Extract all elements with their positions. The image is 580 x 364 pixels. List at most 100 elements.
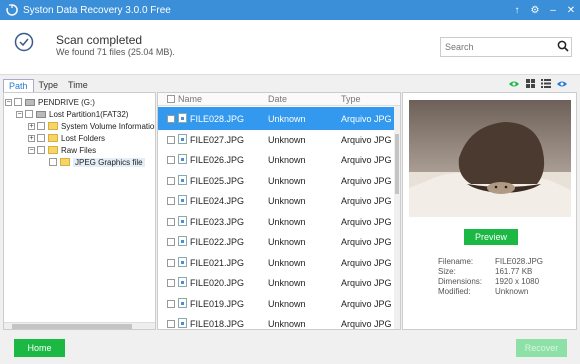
file-date: Unknown [268, 319, 306, 329]
file-type: Arquivo JPG [341, 114, 392, 124]
tree-expander[interactable]: − [16, 110, 23, 118]
tab-path[interactable]: Path [3, 79, 34, 92]
size-label: Size: [438, 267, 456, 276]
file-name: FILE026.JPG [190, 155, 245, 165]
tree-node-jpeg-graphics[interactable]: JPEG Graphics file [49, 156, 145, 168]
file-name: FILE018.JPG [190, 319, 245, 329]
file-name: FILE022.JPG [190, 237, 245, 247]
tree-checkbox[interactable] [37, 146, 45, 154]
tree-node-pendrive[interactable]: − PENDRIVE (G:) [5, 96, 95, 108]
tree-expander[interactable]: − [5, 98, 12, 106]
close-button[interactable]: ✕ [562, 0, 580, 20]
tree-node-label: System Volume Information [61, 121, 156, 131]
search-box[interactable] [440, 37, 572, 57]
app-logo-icon [5, 3, 19, 17]
tree-node-lost-folders[interactable]: + Lost Folders [28, 132, 105, 144]
scan-status-subtitle: We found 71 files (25.04 MB). [56, 47, 175, 57]
file-date: Unknown [268, 237, 306, 247]
scrollbar-thumb[interactable] [12, 324, 132, 329]
tree-node-raw-files[interactable]: − Raw Files [28, 144, 96, 156]
search-icon[interactable] [557, 40, 571, 54]
file-date: Unknown [268, 298, 306, 309]
tree-expander[interactable]: + [28, 122, 35, 130]
file-image-icon [178, 154, 187, 164]
file-type: Arquivo JPG [341, 319, 392, 329]
file-list-header: Name Date Type [158, 93, 400, 106]
row-checkbox[interactable] [167, 258, 175, 267]
file-list-scrollbar[interactable] [394, 106, 400, 329]
file-date: Unknown [268, 196, 306, 206]
filename-value: FILE028.JPG [495, 257, 544, 266]
file-image-icon [178, 174, 187, 185]
tree-expander[interactable]: − [28, 146, 35, 154]
file-name: FILE024.JPG [190, 196, 245, 206]
list-icon[interactable] [538, 77, 554, 90]
column-header-type[interactable]: Type [341, 94, 361, 104]
file-type: Arquivo JPG [341, 155, 392, 165]
column-header-name[interactable]: Name [178, 94, 202, 104]
grid-icon[interactable] [522, 77, 538, 90]
folder-icon [48, 146, 58, 154]
preview-panel: Preview Filename: FILE028.JPG Size: 161.… [402, 92, 577, 330]
row-checkbox[interactable] [167, 176, 175, 185]
tree-checkbox[interactable] [25, 110, 33, 118]
tree-node-label: Lost Partition1(FAT32) [49, 109, 129, 119]
row-checkbox[interactable] [167, 197, 175, 205]
preview-eye-icon[interactable] [554, 77, 570, 90]
tree-node-label: PENDRIVE (G:) [38, 97, 95, 107]
file-image-icon [178, 277, 187, 287]
file-list: Name Date Type FILE028.JPG Unknown Arquivo… [157, 92, 401, 330]
settings-button[interactable]: ⚙ [526, 0, 544, 20]
scrollbar-thumb[interactable] [395, 134, 399, 194]
row-checkbox[interactable] [167, 217, 175, 226]
row-checkbox[interactable] [167, 115, 175, 123]
tree-expander[interactable]: + [28, 134, 35, 142]
tree-horizontal-scrollbar[interactable] [4, 322, 155, 329]
check-circle-icon [14, 32, 34, 52]
title-bar: Syston Data Recovery 3.0.0 Free ↑ ⚙ ‒ ✕ [0, 0, 580, 20]
size-value: 161.77 KB [495, 267, 533, 276]
file-type: Arquivo JPG [341, 237, 392, 247]
file-name: FILE020.JPG [190, 278, 245, 288]
row-checkbox[interactable] [167, 156, 175, 164]
file-date: Unknown [268, 257, 306, 268]
tree-checkbox[interactable] [37, 134, 45, 142]
file-date: Unknown [268, 155, 306, 165]
window-title: Syston Data Recovery 3.0.0 Free [23, 4, 171, 16]
tree-checkbox[interactable] [49, 158, 57, 166]
tree-node-system-volume[interactable]: + System Volume Information [28, 120, 156, 132]
file-name: FILE027.JPG [190, 134, 245, 145]
file-row[interactable]: FILE018.JPG Unknown Arquivo JPG [158, 312, 396, 329]
eye-icon[interactable] [506, 77, 522, 90]
pin-button[interactable]: ↑ [508, 0, 526, 20]
row-checkbox[interactable] [167, 299, 175, 308]
tab-type[interactable]: Type [34, 79, 64, 92]
minimize-button[interactable]: ‒ [544, 0, 562, 20]
row-checkbox[interactable] [167, 238, 175, 246]
scan-status-title: Scan completed [56, 33, 143, 47]
select-all-checkbox[interactable] [167, 95, 175, 103]
tree-node-label: Raw Files [61, 145, 97, 155]
home-button[interactable]: Home [14, 339, 65, 357]
file-date: Unknown [268, 216, 306, 227]
tree-checkbox[interactable] [14, 98, 22, 106]
search-input[interactable] [445, 42, 553, 52]
file-image-icon [178, 215, 187, 226]
preview-button[interactable]: Preview [464, 229, 518, 245]
folder-icon [48, 134, 58, 142]
recover-button[interactable]: Recover [516, 339, 567, 357]
file-type: Arquivo JPG [341, 196, 392, 206]
row-checkbox[interactable] [167, 135, 175, 144]
folder-icon [60, 158, 70, 166]
tree-checkbox[interactable] [37, 122, 45, 130]
row-checkbox[interactable] [167, 279, 175, 287]
tree-node-label: Lost Folders [61, 133, 106, 143]
tab-time[interactable]: Time [63, 79, 93, 92]
file-date: Unknown [268, 278, 306, 288]
row-checkbox[interactable] [167, 320, 175, 328]
file-image-icon [178, 236, 187, 246]
column-header-date[interactable]: Date [268, 94, 287, 104]
drive-icon [36, 110, 46, 118]
view-tabs: Path Type Time [3, 79, 93, 92]
tree-node-lost-partition[interactable]: − Lost Partition1(FAT32) [16, 108, 128, 120]
